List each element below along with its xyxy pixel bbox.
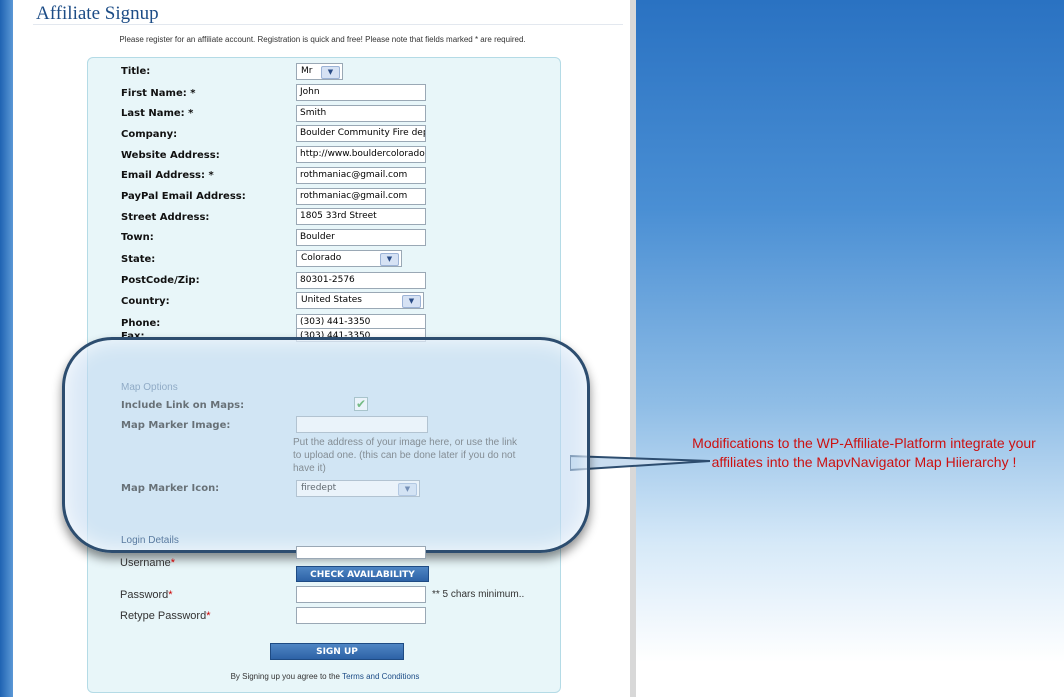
retype-password-label: Retype Password* xyxy=(120,610,211,622)
title-label: Title: xyxy=(121,66,151,77)
first-name-field[interactable]: John xyxy=(296,84,426,101)
street-label: Street Address: xyxy=(121,212,210,223)
phone-label: Phone: xyxy=(121,318,161,329)
title-select[interactable]: Mr ▼ xyxy=(296,63,343,80)
username-label-text: Username xyxy=(120,557,171,569)
chevron-down-icon: ▼ xyxy=(380,253,399,266)
town-field[interactable]: Boulder xyxy=(296,229,426,246)
marker-icon-select[interactable]: firedept ▼ xyxy=(296,480,420,497)
terms-link[interactable]: Terms and Conditions xyxy=(342,672,419,681)
required-mark: * xyxy=(206,610,211,622)
login-details-heading: Login Details xyxy=(121,535,179,546)
state-select-value: Colorado xyxy=(301,253,342,263)
state-select[interactable]: Colorado ▼ xyxy=(296,250,402,267)
marker-image-field[interactable] xyxy=(296,416,428,433)
state-label: State: xyxy=(121,254,156,265)
retype-password-field[interactable] xyxy=(296,607,426,624)
include-link-checkbox[interactable]: ✔ xyxy=(354,397,368,411)
paypal-email-field[interactable]: rothmaniac@gmail.com xyxy=(296,188,426,205)
chevron-down-icon: ▼ xyxy=(398,483,417,496)
password-label-text: Password xyxy=(120,589,169,601)
checkmark-icon: ✔ xyxy=(355,397,367,411)
right-gradient-background xyxy=(636,0,1064,697)
last-name-field[interactable]: Smith xyxy=(296,105,426,122)
required-mark: * xyxy=(170,557,176,569)
email-field[interactable]: rothmaniac@gmail.com xyxy=(296,167,426,184)
website-label: Website Address: xyxy=(121,150,220,161)
required-mark: * xyxy=(168,589,173,601)
country-label: Country: xyxy=(121,296,170,307)
include-link-label: Include Link on Maps: xyxy=(121,400,245,411)
paypal-email-label: PayPal Email Address: xyxy=(121,191,246,202)
company-label: Company: xyxy=(121,129,178,140)
intro-text: Please register for an affiliate account… xyxy=(119,35,526,44)
title-divider xyxy=(33,24,623,25)
website-field[interactable]: http://www.bouldercolorado.gov xyxy=(296,146,426,163)
country-select[interactable]: United States ▼ xyxy=(296,292,424,309)
page-title: Affiliate Signup xyxy=(36,3,159,24)
country-select-value: United States xyxy=(301,295,362,305)
title-select-value: Mr xyxy=(301,66,313,76)
marker-image-label: Map Marker Image: xyxy=(121,420,231,431)
sign-up-button[interactable]: SIGN UP xyxy=(270,643,404,660)
left-border-strip xyxy=(0,0,13,697)
chevron-down-icon: ▼ xyxy=(321,66,340,79)
map-options-heading: Map Options xyxy=(121,382,178,393)
check-availability-button[interactable]: CHECK AVAILABILITY xyxy=(296,566,429,582)
username-field-top[interactable] xyxy=(296,546,426,559)
postcode-label: PostCode/Zip: xyxy=(121,275,200,286)
chevron-down-icon: ▼ xyxy=(402,295,421,308)
postcode-field[interactable]: 80301-2576 xyxy=(296,272,426,289)
company-field[interactable]: Boulder Community Fire dept xyxy=(296,125,426,142)
first-name-label: First Name: * xyxy=(121,88,196,99)
marker-image-help: Put the address of your image here, or u… xyxy=(293,437,518,474)
marker-icon-label: Map Marker Icon: xyxy=(121,483,220,494)
terms-prefix: By Signing up you agree to the xyxy=(230,672,340,681)
email-label: Email Address: * xyxy=(121,170,214,181)
street-field[interactable]: 1805 33rd Street xyxy=(296,208,426,225)
callout-text: Modifications to the WP-Affiliate-Platfo… xyxy=(692,435,1036,470)
last-name-label: Last Name: * xyxy=(121,108,194,119)
town-label: Town: xyxy=(121,232,154,243)
username-label: Username* xyxy=(120,557,175,569)
terms-text: By Signing up you agree to the Terms and… xyxy=(90,672,560,681)
marker-icon-value: firedept xyxy=(301,483,337,493)
retype-label-text: Retype Password xyxy=(120,610,207,622)
password-field[interactable] xyxy=(296,586,426,603)
password-label: Password* xyxy=(120,589,173,601)
password-hint: ** 5 chars minimum.. xyxy=(432,589,525,600)
